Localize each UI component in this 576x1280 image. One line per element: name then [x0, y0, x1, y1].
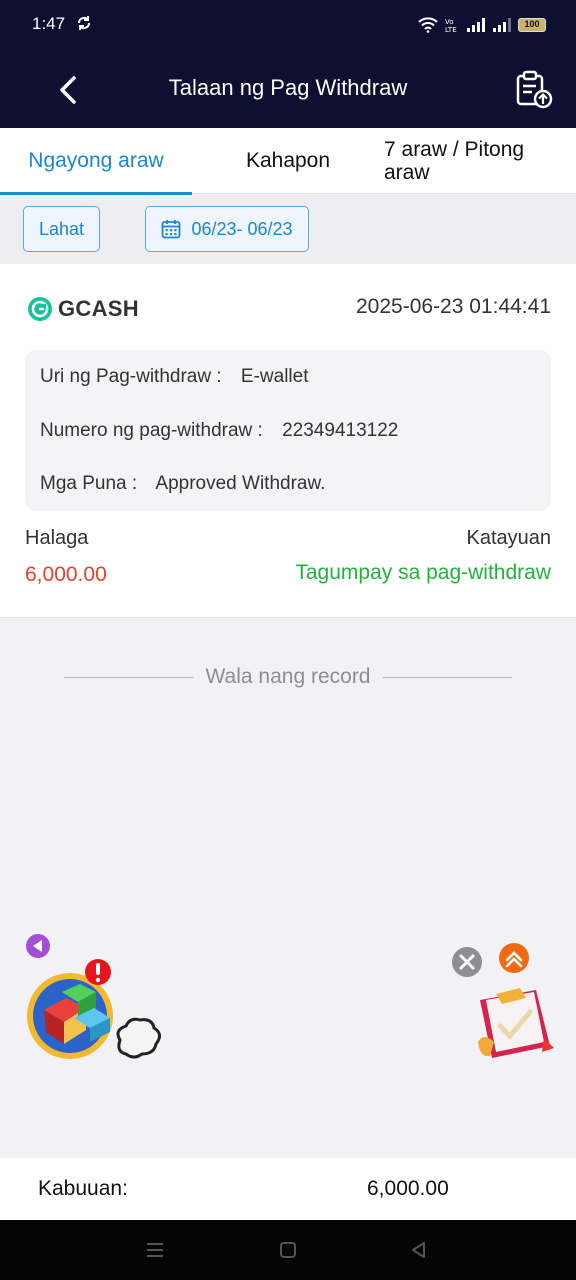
withdraw-number-label: Numero ng pag-withdraw :	[40, 420, 263, 441]
withdraw-record-card: GCASH 2025-06-23 01:44:41 Uri ng Pag-wit…	[0, 264, 576, 618]
date-tabs: Ngayong araw Kahapon 7 araw / Pitong ara…	[0, 128, 576, 195]
status-icons: Vo LTE 100	[418, 14, 546, 36]
tab-today[interactable]: Ngayong araw	[0, 128, 192, 195]
date-range-label: 06/23- 06/23	[191, 218, 293, 239]
no-more-records-text: Wala nang record	[205, 665, 371, 688]
withdraw-type-value: E-wallet	[240, 366, 309, 387]
total-value: 6,000.00	[367, 1177, 449, 1200]
tab-seven-days[interactable]: 7 araw / Pitong araw	[384, 128, 576, 194]
amount-label: Halaga	[25, 527, 89, 549]
withdraw-type-row: Uri ng Pag-withdraw : E-wallet	[40, 366, 308, 388]
back-nav-icon[interactable]	[408, 1239, 430, 1261]
system-nav-bar	[0, 1220, 576, 1280]
gcash-icon	[28, 297, 52, 321]
tab-yesterday[interactable]: Kahapon	[192, 128, 384, 194]
svg-text:Vo: Vo	[445, 18, 454, 26]
record-details: Uri ng Pag-withdraw : E-wallet Numero ng…	[25, 350, 551, 511]
status-label: Katayuan	[466, 527, 551, 549]
status-bar: 1:47 Vo LTE 100	[0, 0, 576, 50]
remarks-label: Mga Puna :	[40, 473, 138, 494]
record-datetime: 2025-06-23 01:44:41	[356, 295, 551, 318]
signal-icon	[467, 18, 485, 32]
floating-promo-widget[interactable]	[450, 942, 560, 1066]
remarks-value: Approved Withdraw.	[155, 473, 326, 494]
menu-icon[interactable]	[144, 1239, 166, 1261]
battery-icon: 100	[518, 18, 546, 32]
payment-method: GCASH	[58, 296, 139, 321]
status-value: Tagumpay sa pag-withdraw	[295, 561, 551, 584]
page-title: Talaan ng Pag Withdraw	[168, 75, 408, 100]
no-more-records: Wala nang record	[64, 662, 513, 692]
filter-bar: Lahat 06/23- 06/23	[0, 195, 576, 264]
signal-icon	[493, 18, 511, 32]
svg-text:LTE: LTE	[445, 26, 457, 33]
status-time: 1:47	[32, 14, 66, 33]
filter-all-button[interactable]: Lahat	[23, 206, 100, 252]
clipboard-upload-icon[interactable]	[514, 70, 554, 110]
withdraw-type-label: Uri ng Pag-withdraw :	[40, 366, 222, 387]
home-icon[interactable]	[277, 1239, 299, 1261]
sync-icon	[77, 16, 91, 30]
total-bar: Kabuuan: 6,000.00	[0, 1158, 576, 1220]
divider	[64, 676, 194, 678]
app-header: Talaan ng Pag Withdraw	[0, 50, 576, 128]
total-label: Kabuuan:	[38, 1177, 128, 1200]
withdraw-number-value: 22349413122	[282, 420, 399, 441]
withdraw-number-row: Numero ng pag-withdraw : 22349413122	[40, 420, 398, 442]
divider	[382, 676, 513, 678]
gcash-logo: GCASH	[27, 296, 139, 322]
date-range-button[interactable]: 06/23- 06/23	[145, 206, 309, 252]
amount-value: 6,000.00	[25, 563, 107, 586]
floating-game-widget[interactable]	[24, 932, 166, 1074]
volte-icon: Vo LTE	[445, 18, 457, 33]
calendar-icon	[162, 220, 181, 239]
wifi-icon	[418, 17, 438, 33]
remarks-row: Mga Puna : Approved Withdraw.	[40, 473, 325, 495]
